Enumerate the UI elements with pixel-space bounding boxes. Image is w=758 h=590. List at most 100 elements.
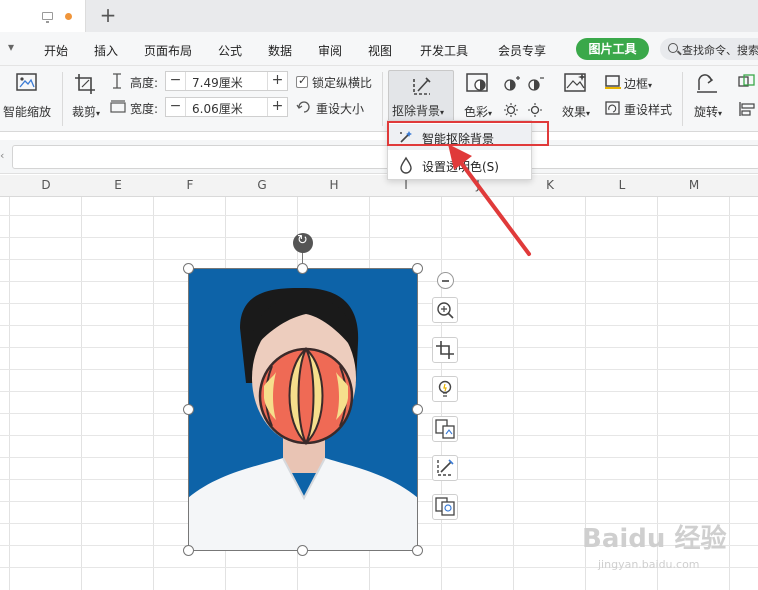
chevron-down-icon: ▾ [440, 108, 445, 117]
width-decrease-button[interactable]: − [166, 98, 186, 116]
menu-start[interactable]: 开始 [44, 42, 68, 59]
watermark-url: jingyan.baidu.com [598, 558, 700, 571]
convert-image-icon [435, 419, 455, 439]
formula-input[interactable] [12, 145, 758, 169]
menu-bar: ▾ 开始 插入 页面布局 公式 数据 审阅 视图 开发工具 会员专享 图片工具 … [0, 32, 758, 66]
resize-handle-top-right[interactable] [412, 263, 423, 274]
width-stepper[interactable]: − 6.06厘米 + [165, 97, 288, 117]
column-header-i[interactable]: I [396, 178, 416, 192]
combine-icon[interactable] [738, 74, 756, 90]
menu-view[interactable]: 视图 [368, 42, 392, 59]
color-icon [466, 73, 488, 92]
rotate-button[interactable]: 旋转▾ [690, 72, 726, 120]
menu-data[interactable]: 数据 [268, 42, 292, 59]
remove-background-label: 抠除背景 [392, 104, 441, 118]
resize-handle-bottom[interactable] [297, 545, 308, 556]
chevron-down-icon: ▾ [648, 81, 653, 90]
column-header-e[interactable]: E [108, 178, 128, 192]
column-header-h[interactable]: H [324, 178, 344, 192]
brightness-increase-icon[interactable] [503, 101, 521, 117]
contrast-increase-icon[interactable] [503, 76, 521, 92]
height-stepper[interactable]: − 7.49厘米 + [165, 71, 288, 91]
collapse-toolbar-icon[interactable] [437, 272, 454, 289]
remove-background-button[interactable]: 抠除背景▾ [388, 70, 454, 122]
height-value: 7.49厘米 [192, 76, 243, 90]
crop-icon [436, 341, 454, 359]
color-button[interactable]: 色彩▾ [460, 72, 496, 120]
lightbulb-icon [438, 380, 452, 397]
chevron-left-icon[interactable]: ‹ [0, 149, 4, 162]
rotate-handle-icon[interactable] [293, 233, 313, 253]
menu-developer[interactable]: 开发工具 [420, 42, 468, 59]
width-icon [110, 100, 126, 113]
brightness-decrease-icon[interactable] [527, 101, 545, 117]
selection-frame [188, 268, 418, 551]
crop-label: 裁剪 [71, 105, 96, 119]
smart-zoom-button[interactable]: 智能缩放 [2, 72, 52, 120]
align-icon[interactable] [738, 101, 756, 117]
watermark-brand: Baidu 经验 [582, 524, 727, 554]
smart-zoom-icon [16, 73, 37, 91]
reset-size-button[interactable]: 重设大小 [316, 100, 364, 117]
annotation-arrow [448, 144, 531, 256]
width-increase-button[interactable]: + [267, 98, 287, 116]
column-header-k[interactable]: K [540, 178, 560, 192]
convert-tool[interactable] [432, 416, 458, 442]
grid-line [0, 215, 758, 216]
zoom-in-icon [437, 302, 454, 319]
effects-icon [564, 73, 586, 92]
resize-handle-left[interactable] [183, 404, 194, 415]
column-header-d[interactable]: D [36, 178, 56, 192]
column-header-g[interactable]: G [252, 178, 272, 192]
border-button[interactable]: 边框▾ [624, 75, 652, 92]
crop-button[interactable]: 裁剪▾ [68, 72, 104, 120]
column-header: D E F G H I J K L M [0, 175, 758, 197]
contrast-decrease-icon[interactable] [527, 76, 545, 92]
formula-bar: ‹ [0, 140, 758, 174]
menu-insert[interactable]: 插入 [94, 42, 118, 59]
lock-ratio-label[interactable]: 锁定纵横比 [312, 74, 372, 91]
chevron-down-icon: ▾ [718, 109, 723, 118]
column-header-f[interactable]: F [180, 178, 200, 192]
resize-handle-right[interactable] [412, 404, 423, 415]
resize-handle-top[interactable] [297, 263, 308, 274]
search-placeholder: 查找命令、搜索 [682, 44, 758, 57]
resize-handle-top-left[interactable] [183, 263, 194, 274]
enhance-tool[interactable] [432, 376, 458, 402]
image-search-icon [435, 497, 455, 516]
ribbon-divider [682, 72, 683, 126]
crop-tool[interactable] [432, 337, 458, 363]
zoom-in-tool[interactable] [432, 297, 458, 323]
monitor-icon [42, 12, 53, 23]
height-increase-button[interactable]: + [267, 72, 287, 90]
resize-handle-bottom-left[interactable] [183, 545, 194, 556]
menu-page-layout[interactable]: 页面布局 [144, 42, 192, 59]
rotate-label: 旋转 [693, 105, 718, 119]
remove-background-icon [437, 459, 454, 476]
height-decrease-button[interactable]: − [166, 72, 186, 90]
chevron-down-icon: ▾ [96, 109, 101, 118]
menu-review[interactable]: 审阅 [318, 42, 342, 59]
menu-formula[interactable]: 公式 [218, 42, 242, 59]
document-tab[interactable] [0, 0, 86, 32]
remove-background-tool[interactable] [432, 455, 458, 481]
grid-line [81, 197, 82, 590]
command-search[interactable]: 查找命令、搜索 [660, 38, 758, 60]
column-header-l[interactable]: L [612, 178, 632, 192]
resize-handle-bottom-right[interactable] [412, 545, 423, 556]
new-tab-button[interactable]: + [98, 4, 118, 28]
image-search-tool[interactable] [432, 494, 458, 520]
reset-size-icon [296, 101, 310, 113]
effects-button[interactable]: 效果▾ [556, 72, 596, 120]
grid-line [729, 197, 730, 590]
column-header-m[interactable]: M [684, 178, 704, 192]
menu-member[interactable]: 会员专享 [498, 42, 546, 59]
lock-ratio-checkbox[interactable] [296, 74, 308, 88]
tab-strip: + [0, 0, 758, 32]
chevron-down-icon[interactable]: ▾ [8, 40, 14, 54]
border-icon [605, 75, 621, 89]
search-icon [668, 43, 678, 53]
tab-picture-tool[interactable]: 图片工具 [576, 38, 649, 60]
width-label: 宽度: [130, 102, 159, 116]
reset-style-button[interactable]: 重设样式 [624, 101, 672, 118]
